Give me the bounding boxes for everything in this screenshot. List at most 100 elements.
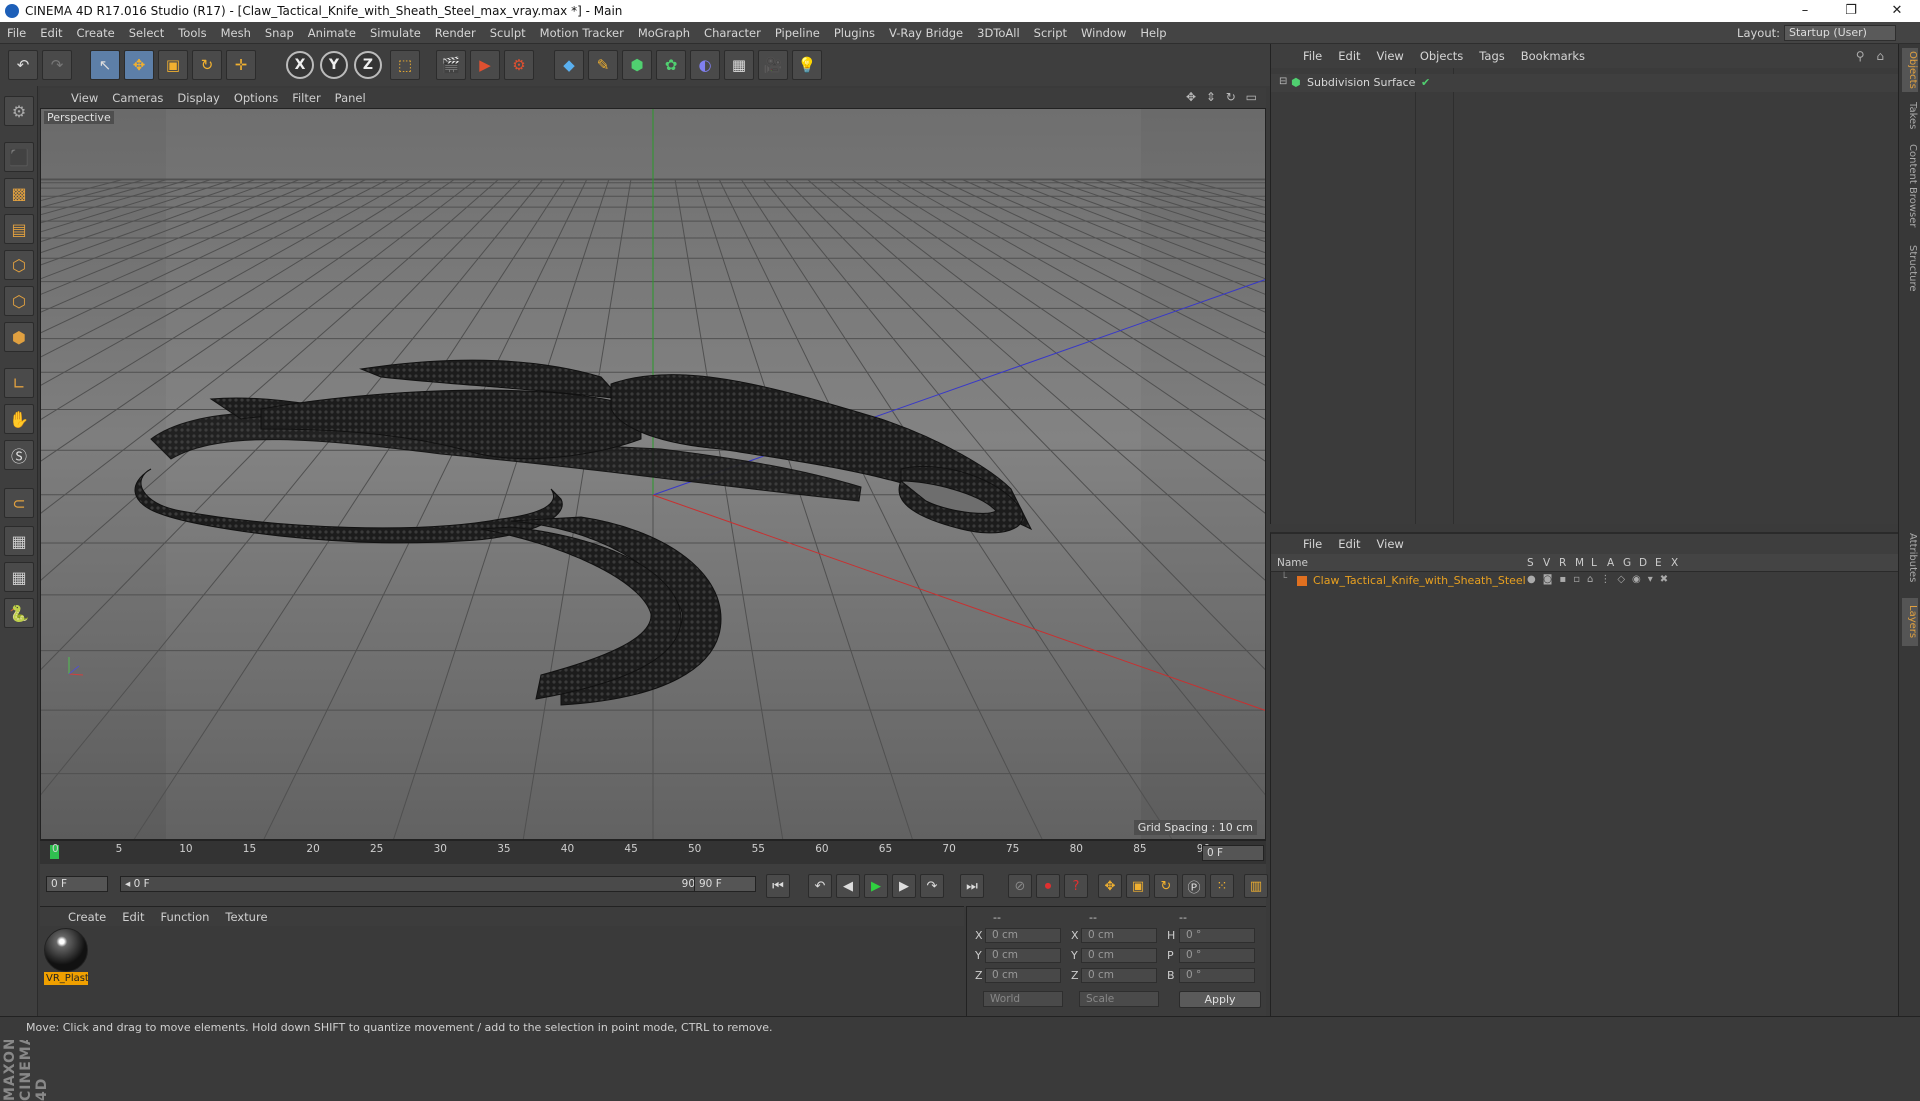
menu-file[interactable]: File: [0, 26, 33, 40]
menu-vray-bridge[interactable]: V-Ray Bridge: [882, 26, 970, 40]
tweak-icon[interactable]: ✋: [4, 404, 34, 434]
quantize-icon[interactable]: ▦: [4, 562, 34, 592]
previous-key-icon[interactable]: ↶: [808, 874, 832, 898]
rotate-icon[interactable]: ↻: [192, 50, 222, 80]
menu-mesh[interactable]: Mesh: [214, 26, 258, 40]
side-tab-objects[interactable]: Objects: [1902, 48, 1918, 92]
render-view-icon[interactable]: 🎬: [436, 50, 466, 80]
layer-menu-edit[interactable]: Edit: [1330, 537, 1368, 551]
menu-snap[interactable]: Snap: [258, 26, 301, 40]
layer-col-g[interactable]: G: [1623, 557, 1631, 569]
layer-col-e[interactable]: E: [1655, 557, 1662, 569]
model-mode-icon[interactable]: ⬛: [4, 142, 34, 172]
end-frame-field[interactable]: 90 F: [694, 876, 756, 892]
apply-button[interactable]: Apply: [1179, 991, 1261, 1008]
layer-row[interactable]: └ Claw_Tactical_Knife_with_Sheath_Steel …: [1271, 572, 1899, 590]
layer-menu-view[interactable]: View: [1369, 537, 1412, 551]
edges-mode-icon[interactable]: ⬡: [4, 286, 34, 316]
render-picture-viewer-icon[interactable]: ▶: [470, 50, 500, 80]
position-x-field[interactable]: 0 cm: [985, 928, 1061, 943]
position-z-field[interactable]: 0 cm: [985, 968, 1061, 983]
redo-icon[interactable]: ↷: [42, 50, 72, 80]
minimize-button[interactable]: –: [1782, 0, 1828, 22]
size-x-field[interactable]: 0 cm: [1081, 928, 1157, 943]
rotation-h-field[interactable]: 0 °: [1179, 928, 1255, 943]
layer-toggle-icons[interactable]: ●◙▪▫⌂⋮◇◉▾✖: [1527, 574, 1675, 585]
layer-col-r[interactable]: R: [1559, 557, 1566, 569]
menu-create[interactable]: Create: [70, 26, 122, 40]
layer-col-x[interactable]: X: [1671, 557, 1678, 569]
viewport-menu-options[interactable]: Options: [227, 91, 285, 105]
menu-motion-tracker[interactable]: Motion Tracker: [533, 26, 631, 40]
edit-render-settings-icon[interactable]: ⚙: [504, 50, 534, 80]
live-select-icon[interactable]: ✛: [226, 50, 256, 80]
polygons-mode-icon[interactable]: ⬢: [4, 322, 34, 352]
grid-snap-icon[interactable]: ▦: [4, 526, 34, 556]
close-button[interactable]: ✕: [1874, 0, 1920, 22]
viewport-menu-view[interactable]: View: [64, 91, 105, 105]
material-menu-create[interactable]: Create: [60, 910, 114, 924]
undo-icon[interactable]: ↶: [8, 50, 38, 80]
viewport-navigation-icons[interactable]: ✥ ⇕ ↻ ▭: [1186, 90, 1260, 104]
menu-edit[interactable]: Edit: [33, 26, 69, 40]
side-tab-attributes[interactable]: Attributes: [1902, 524, 1918, 592]
current-frame-field[interactable]: 0 F: [1202, 845, 1264, 861]
layer-col-s[interactable]: S: [1527, 557, 1534, 569]
layer-col-v[interactable]: V: [1543, 557, 1550, 569]
enabled-check-icon[interactable]: ✔: [1421, 76, 1430, 89]
previous-frame-icon[interactable]: ◀: [836, 874, 860, 898]
viewport-menu-display[interactable]: Display: [170, 91, 226, 105]
object-menu-file[interactable]: File: [1295, 49, 1330, 63]
material-menu-texture[interactable]: Texture: [217, 910, 275, 924]
size-z-field[interactable]: 0 cm: [1081, 968, 1157, 983]
object-manager-search-icon[interactable]: ⚲ ⌂: [1856, 49, 1888, 63]
select-icon[interactable]: ↖: [90, 50, 120, 80]
layer-col-d[interactable]: D: [1639, 557, 1647, 569]
key-rotation-icon[interactable]: ↻: [1154, 874, 1178, 898]
start-frame-field[interactable]: 0 F: [46, 876, 108, 892]
points-mode-icon[interactable]: ⬡: [4, 250, 34, 280]
light-icon[interactable]: 💡: [792, 50, 822, 80]
viewport-menu-cameras[interactable]: Cameras: [105, 91, 170, 105]
material-preview[interactable]: [44, 928, 88, 972]
menu-render[interactable]: Render: [428, 26, 483, 40]
texture-mode-icon[interactable]: ▩: [4, 178, 34, 208]
menu-sculpt[interactable]: Sculpt: [483, 26, 533, 40]
timeline-window-icon[interactable]: ▥: [1244, 874, 1268, 898]
cloner-icon[interactable]: ✿: [656, 50, 686, 80]
make-editable-icon[interactable]: ⚙: [4, 96, 34, 126]
next-frame-icon[interactable]: ▶: [892, 874, 916, 898]
menu-tools[interactable]: Tools: [171, 26, 213, 40]
menu-simulate[interactable]: Simulate: [363, 26, 428, 40]
autokey-icon[interactable]: ⏺: [1036, 874, 1060, 898]
object-menu-view[interactable]: View: [1369, 49, 1412, 63]
key-parameter-icon[interactable]: Ⓟ: [1182, 874, 1206, 898]
material-menu-function[interactable]: Function: [153, 910, 218, 924]
layer-color-swatch[interactable]: [1297, 576, 1307, 586]
keyframe-selection-icon[interactable]: ?: [1064, 874, 1088, 898]
layer-col-m[interactable]: M: [1575, 557, 1584, 569]
key-scale-icon[interactable]: ▣: [1126, 874, 1150, 898]
snap-icon[interactable]: ⊂: [4, 488, 34, 518]
menu-animate[interactable]: Animate: [301, 26, 363, 40]
record-keys-icon[interactable]: ⊘: [1008, 874, 1032, 898]
deformer-icon[interactable]: ◐: [690, 50, 720, 80]
solo-icon[interactable]: Ⓢ: [4, 440, 34, 470]
material-menu-edit[interactable]: Edit: [114, 910, 152, 924]
layer-menu-file[interactable]: File: [1295, 537, 1330, 551]
frame-range-slider[interactable]: ◂ 0 F 90 F ▸: [120, 876, 718, 892]
3d-viewport[interactable]: Perspective Grid Spacing : 10 cm: [40, 108, 1266, 840]
play-icon[interactable]: ▶: [864, 874, 888, 898]
move-icon[interactable]: ✥: [124, 50, 154, 80]
camera-icon[interactable]: 🎥: [758, 50, 788, 80]
size-y-field[interactable]: 0 cm: [1081, 948, 1157, 963]
layer-name[interactable]: Claw_Tactical_Knife_with_Sheath_Steel: [1313, 574, 1526, 587]
object-menu-tags[interactable]: Tags: [1471, 49, 1512, 63]
object-menu-edit[interactable]: Edit: [1330, 49, 1368, 63]
expand-icon[interactable]: ⊟: [1279, 76, 1287, 87]
side-tab-content-browser[interactable]: Content Browser: [1902, 140, 1918, 232]
axis-mode-icon[interactable]: ∟: [4, 368, 34, 398]
floor-icon[interactable]: ▦: [724, 50, 754, 80]
layer-col-l[interactable]: L: [1591, 557, 1597, 569]
cube-icon[interactable]: ◆: [554, 50, 584, 80]
